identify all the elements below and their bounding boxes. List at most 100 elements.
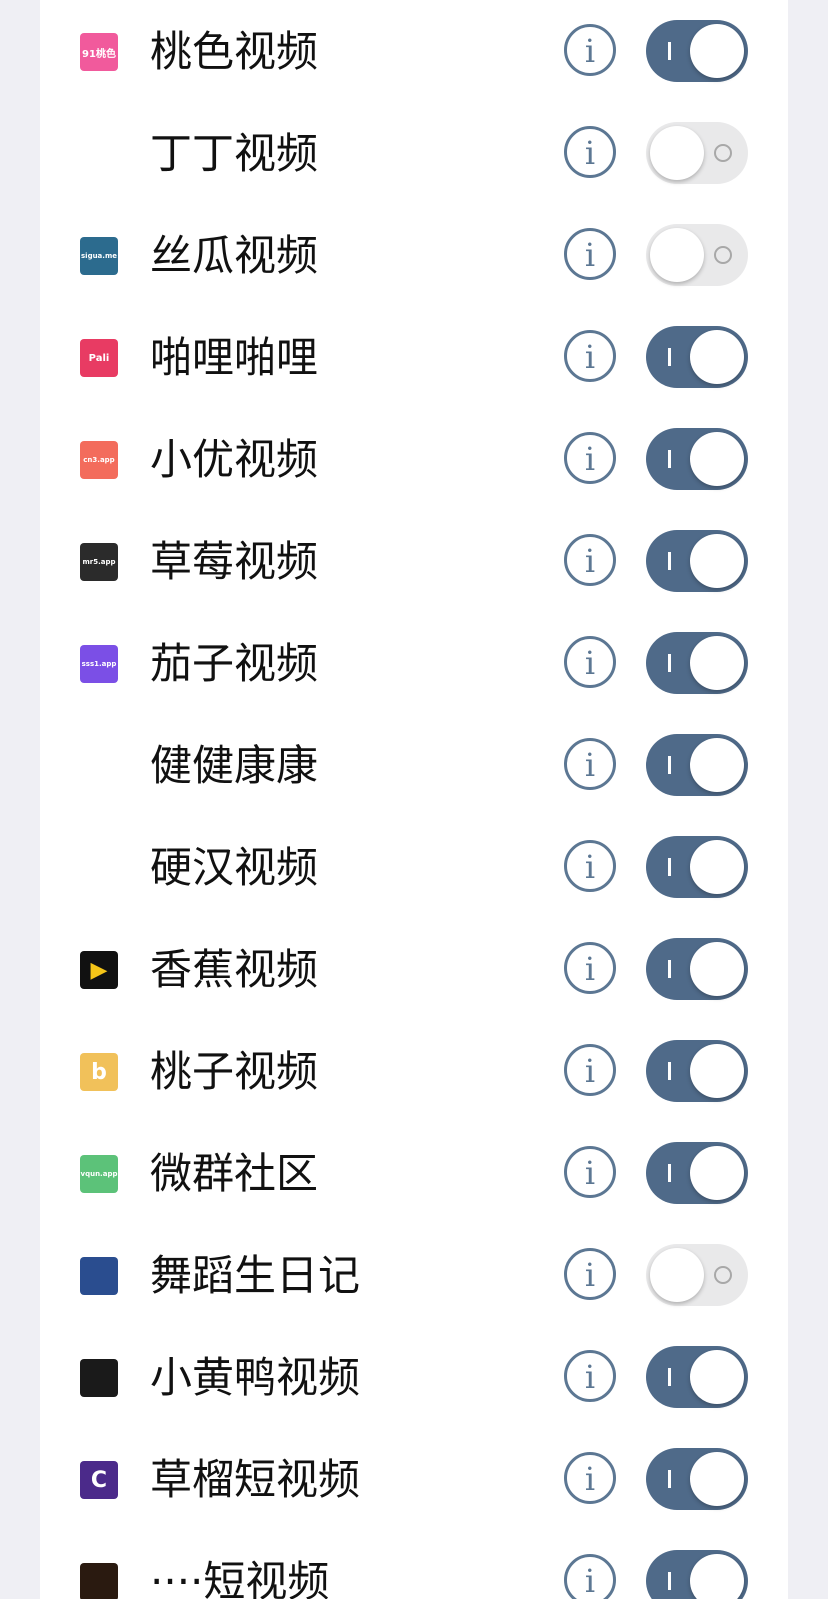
- app-name-label: 茄子视频: [150, 639, 319, 688]
- info-icon[interactable]: i: [564, 1452, 616, 1504]
- info-glyph: i: [584, 950, 596, 988]
- app-row: cn3.app 小优视频 i: [40, 408, 788, 512]
- toggle-knob[interactable]: [690, 1146, 744, 1200]
- toggle-knob[interactable]: [690, 636, 744, 690]
- info-icon[interactable]: i: [564, 1146, 616, 1198]
- info-glyph: i: [584, 1460, 596, 1498]
- app-toggle-switch[interactable]: [646, 938, 748, 1000]
- app-name-label: 啪哩啪哩: [150, 333, 319, 382]
- toggle-on-indicator: [668, 960, 671, 978]
- info-icon[interactable]: i: [564, 1554, 616, 1599]
- toggle-on-indicator: [668, 348, 671, 366]
- xiangjiao-icon: ▶: [80, 951, 118, 989]
- info-glyph: i: [584, 338, 596, 376]
- app-toggle-switch[interactable]: [646, 836, 748, 898]
- info-glyph: i: [584, 644, 596, 682]
- toggle-off-indicator: [714, 1266, 732, 1284]
- app-name-label: 桃子视频: [150, 1047, 319, 1096]
- taozi-icon: b: [80, 1053, 118, 1091]
- app-toggle-switch[interactable]: [646, 122, 748, 184]
- info-icon[interactable]: i: [564, 1350, 616, 1402]
- app-toggle-switch[interactable]: [646, 1550, 748, 1599]
- app-toggle-switch[interactable]: [646, 326, 748, 388]
- toggle-knob[interactable]: [650, 1248, 704, 1302]
- app-toggle-switch[interactable]: [646, 20, 748, 82]
- info-icon[interactable]: i: [564, 330, 616, 382]
- info-glyph: i: [584, 746, 596, 784]
- app-name-label: 舞蹈生日记: [150, 1251, 361, 1300]
- info-icon[interactable]: i: [564, 1248, 616, 1300]
- app-toggle-switch[interactable]: [646, 1346, 748, 1408]
- app-row: sss1.app 茄子视频 i: [40, 612, 788, 716]
- app-toggle-switch[interactable]: [646, 1244, 748, 1306]
- toggle-on-indicator: [668, 1164, 671, 1182]
- toggle-knob[interactable]: [690, 1044, 744, 1098]
- info-icon[interactable]: i: [564, 942, 616, 994]
- toggle-knob[interactable]: [650, 126, 704, 180]
- app-row: C 草榴短视频 i: [40, 1428, 788, 1532]
- info-icon[interactable]: i: [564, 126, 616, 178]
- app-row: 健健康康 i: [40, 714, 788, 818]
- app-toggle-switch[interactable]: [646, 1142, 748, 1204]
- toggle-on-indicator: [668, 858, 671, 876]
- info-icon[interactable]: i: [564, 1044, 616, 1096]
- toggle-on-indicator: [668, 1062, 671, 1080]
- info-icon[interactable]: i: [564, 24, 616, 76]
- toggle-knob[interactable]: [650, 228, 704, 282]
- toggle-knob[interactable]: [690, 24, 744, 78]
- toggle-knob[interactable]: [690, 840, 744, 894]
- toggle-on-indicator: [668, 756, 671, 774]
- info-glyph: i: [584, 542, 596, 580]
- app-row: vqun.app 微群社区 i: [40, 1122, 788, 1226]
- toggle-knob[interactable]: [690, 1452, 744, 1506]
- app-toggle-switch[interactable]: [646, 1040, 748, 1102]
- toggle-knob[interactable]: [690, 1350, 744, 1404]
- app-name-label: 丁丁视频: [150, 129, 319, 178]
- app-row: 舞蹈生日记 i: [40, 1224, 788, 1328]
- info-glyph: i: [584, 1358, 596, 1396]
- info-glyph: i: [584, 236, 596, 274]
- info-icon[interactable]: i: [564, 636, 616, 688]
- info-icon[interactable]: i: [564, 534, 616, 586]
- app-toggle-switch[interactable]: [646, 224, 748, 286]
- toggle-knob[interactable]: [690, 432, 744, 486]
- toggle-on-indicator: [668, 1470, 671, 1488]
- info-glyph: i: [584, 1052, 596, 1090]
- app-name-label: 健健康康: [150, 741, 319, 790]
- info-glyph: i: [584, 32, 596, 70]
- app-toggle-switch[interactable]: [646, 632, 748, 694]
- toggle-knob[interactable]: [690, 738, 744, 792]
- toggle-on-indicator: [668, 450, 671, 468]
- info-glyph: i: [584, 1256, 596, 1294]
- app-name-label: 草莓视频: [150, 537, 319, 586]
- info-icon[interactable]: i: [564, 738, 616, 790]
- toggle-off-indicator: [714, 144, 732, 162]
- info-icon[interactable]: i: [564, 228, 616, 280]
- app-toggle-switch[interactable]: [646, 1448, 748, 1510]
- toggle-knob[interactable]: [690, 1554, 744, 1599]
- app-row: 丁丁视频 i: [40, 102, 788, 206]
- app-row: sigua.me 丝瓜视频 i: [40, 204, 788, 308]
- toggle-knob[interactable]: [690, 942, 744, 996]
- app-toggle-switch[interactable]: [646, 734, 748, 796]
- dingding-icon: [80, 135, 118, 173]
- app-toggle-switch[interactable]: [646, 428, 748, 490]
- app-toggle-switch[interactable]: [646, 530, 748, 592]
- toggle-knob[interactable]: [690, 534, 744, 588]
- app-name-label: 丝瓜视频: [150, 231, 319, 280]
- app-row: 91桃色 桃色视频 i: [40, 0, 788, 104]
- wudao-icon: [80, 1257, 118, 1295]
- app-row: ▶ 香蕉视频 i: [40, 918, 788, 1022]
- toggle-on-indicator: [668, 1368, 671, 1386]
- info-icon[interactable]: i: [564, 840, 616, 892]
- info-icon[interactable]: i: [564, 432, 616, 484]
- toggle-knob[interactable]: [690, 330, 744, 384]
- xiaoyou-icon: cn3.app: [80, 441, 118, 479]
- pali-icon: Pali: [80, 339, 118, 377]
- app-name-label: 草榴短视频: [150, 1455, 361, 1504]
- toggle-on-indicator: [668, 654, 671, 672]
- app-name-label: 桃色视频: [150, 27, 319, 76]
- app-row: 小黄鸭视频 i: [40, 1326, 788, 1430]
- partial-app-icon: [80, 1563, 118, 1599]
- info-glyph: i: [584, 848, 596, 886]
